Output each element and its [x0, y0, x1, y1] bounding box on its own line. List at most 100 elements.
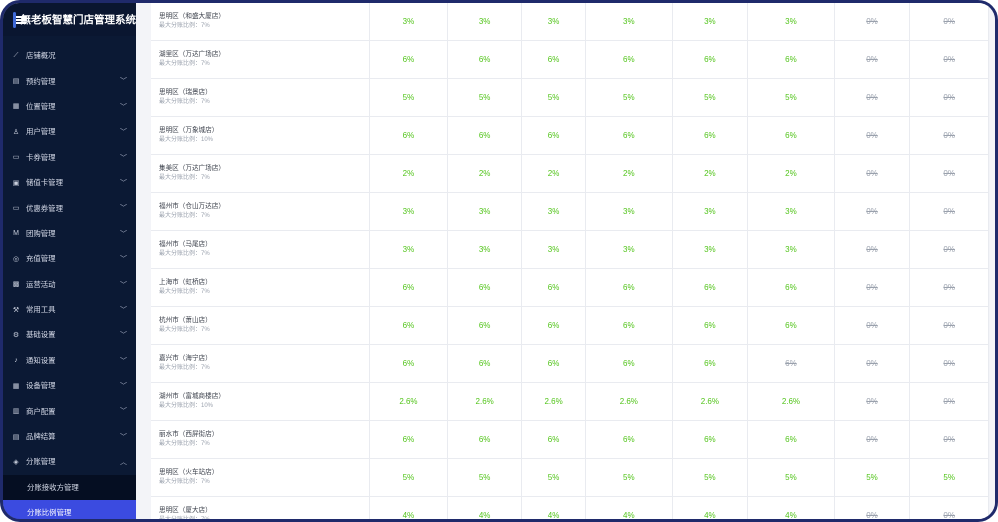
ratio-cell[interactable]: 5%	[370, 459, 449, 496]
ratio-cell[interactable]: 6%	[586, 307, 673, 344]
ratio-cell[interactable]: 6%	[370, 41, 449, 78]
ratio-cell[interactable]: 3%	[673, 193, 749, 230]
ratio-cell[interactable]: 6%	[522, 421, 587, 458]
ratio-cell[interactable]: 5%	[522, 459, 587, 496]
ratio-cell[interactable]: 3%	[522, 3, 587, 40]
ratio-cell[interactable]: 0%	[835, 307, 911, 344]
ratio-cell[interactable]: 6%	[673, 269, 749, 306]
ratio-cell[interactable]: 5%	[835, 459, 911, 496]
ratio-cell[interactable]: 0%	[910, 231, 989, 268]
ratio-cell[interactable]: 6%	[586, 41, 673, 78]
ratio-cell[interactable]: 6%	[370, 117, 449, 154]
ratio-cell[interactable]: 0%	[835, 421, 911, 458]
ratio-cell[interactable]: 3%	[448, 231, 523, 268]
ratio-cell[interactable]: 2.6%	[370, 383, 449, 420]
ratio-cell[interactable]: 2%	[522, 155, 587, 192]
ratio-cell[interactable]: 3%	[586, 3, 673, 40]
ratio-cell[interactable]: 6%	[522, 345, 587, 382]
ratio-cell[interactable]: 6%	[448, 269, 523, 306]
ratio-cell[interactable]: 3%	[748, 3, 835, 40]
ratio-cell[interactable]: 6%	[448, 117, 523, 154]
ratio-cell[interactable]: 5%	[748, 79, 835, 116]
ratio-cell[interactable]: 6%	[748, 307, 835, 344]
ratio-cell[interactable]: 6%	[673, 421, 749, 458]
sidebar-item-0[interactable]: ⟋ 店铺概况	[3, 43, 136, 68]
sidebar-item-10[interactable]: ⚒ 常用工具 ﹀	[3, 297, 136, 322]
ratio-cell[interactable]: 2%	[370, 155, 449, 192]
ratio-cell[interactable]: 4%	[673, 497, 749, 519]
ratio-cell[interactable]: 6%	[522, 117, 587, 154]
ratio-cell[interactable]: 5%	[448, 79, 523, 116]
sidebar-item-11[interactable]: ⚙ 基础设置 ﹀	[3, 322, 136, 347]
ratio-cell[interactable]: 2%	[448, 155, 523, 192]
ratio-cell[interactable]: 6%	[370, 269, 449, 306]
sidebar-item-16[interactable]: ◈ 分账管理 ︿	[3, 449, 136, 474]
ratio-cell[interactable]: 0%	[910, 193, 989, 230]
sidebar-item-13[interactable]: ▦ 设备管理 ﹀	[3, 373, 136, 398]
ratio-cell[interactable]: 6%	[448, 345, 523, 382]
ratio-cell[interactable]: 3%	[370, 231, 449, 268]
ratio-cell[interactable]: 4%	[522, 497, 587, 519]
ratio-cell[interactable]: 2%	[673, 155, 749, 192]
ratio-cell[interactable]: 3%	[448, 3, 523, 40]
ratio-cell[interactable]: 0%	[910, 345, 989, 382]
ratio-cell[interactable]: 0%	[835, 117, 911, 154]
ratio-cell[interactable]: 6%	[522, 307, 587, 344]
ratio-cell[interactable]: 0%	[835, 231, 911, 268]
ratio-cell[interactable]: 0%	[910, 3, 989, 40]
sidebar-item-14[interactable]: ▥ 商户配置 ﹀	[3, 398, 136, 423]
sidebar-item-6[interactable]: ▭ 优惠券管理 ﹀	[3, 195, 136, 220]
ratio-cell[interactable]: 6%	[748, 41, 835, 78]
ratio-cell[interactable]: 3%	[748, 231, 835, 268]
ratio-cell[interactable]: 3%	[673, 231, 749, 268]
ratio-cell[interactable]: 6%	[448, 307, 523, 344]
ratio-cell[interactable]: 6%	[748, 269, 835, 306]
ratio-cell[interactable]: 5%	[673, 459, 749, 496]
ratio-cell[interactable]: 6%	[370, 421, 449, 458]
ratio-cell[interactable]: 4%	[748, 497, 835, 519]
ratio-cell[interactable]: 0%	[835, 269, 911, 306]
ratio-cell[interactable]: 3%	[370, 193, 449, 230]
ratio-cell[interactable]: 3%	[522, 193, 587, 230]
ratio-cell[interactable]: 5%	[586, 459, 673, 496]
ratio-cell[interactable]: 0%	[910, 269, 989, 306]
ratio-cell[interactable]: 6%	[673, 307, 749, 344]
ratio-cell[interactable]: 5%	[910, 459, 989, 496]
ratio-cell[interactable]: 0%	[835, 155, 911, 192]
ratio-cell[interactable]: 0%	[835, 345, 911, 382]
sidebar-item-15[interactable]: ▤ 品牌结算 ﹀	[3, 424, 136, 449]
ratio-cell[interactable]: 4%	[586, 497, 673, 519]
ratio-cell[interactable]: 0%	[910, 421, 989, 458]
sidebar-item-12[interactable]: ♪ 通知设置 ﹀	[3, 348, 136, 373]
ratio-cell[interactable]: 6%	[370, 307, 449, 344]
ratio-cell[interactable]: 2.6%	[522, 383, 587, 420]
ratio-cell[interactable]: 0%	[835, 497, 911, 519]
sidebar-item-1[interactable]: ▤ 预约管理 ﹀	[3, 68, 136, 93]
submenu-item-0[interactable]: 分账接收方管理	[3, 474, 136, 501]
brand[interactable]: 無老板智慧门店管理系统	[3, 3, 136, 36]
ratio-cell[interactable]: 0%	[835, 79, 911, 116]
ratio-cell[interactable]: 6%	[522, 269, 587, 306]
ratio-cell[interactable]: 0%	[910, 497, 989, 519]
ratio-cell[interactable]: 6%	[673, 41, 749, 78]
ratio-cell[interactable]: 3%	[370, 3, 449, 40]
ratio-cell[interactable]: 6%	[522, 41, 587, 78]
sidebar-item-7[interactable]: M 团购管理 ﹀	[3, 221, 136, 246]
ratio-cell[interactable]: 5%	[586, 79, 673, 116]
ratio-cell[interactable]: 6%	[586, 117, 673, 154]
submenu-item-1[interactable]: 分账比例管理	[3, 500, 136, 519]
ratio-cell[interactable]: 2.6%	[673, 383, 749, 420]
ratio-cell[interactable]: 4%	[370, 497, 449, 519]
ratio-cell[interactable]: 0%	[835, 41, 911, 78]
sidebar-item-8[interactable]: ◎ 充值管理 ﹀	[3, 246, 136, 271]
ratio-cell[interactable]: 0%	[910, 79, 989, 116]
ratio-cell[interactable]: 6%	[673, 117, 749, 154]
ratio-cell[interactable]: 0%	[835, 3, 911, 40]
ratio-cell[interactable]: 5%	[522, 79, 587, 116]
ratio-cell[interactable]: 5%	[448, 459, 523, 496]
ratio-cell[interactable]: 0%	[835, 193, 911, 230]
ratio-cell[interactable]: 6%	[448, 421, 523, 458]
ratio-cell[interactable]: 0%	[910, 155, 989, 192]
sidebar-item-5[interactable]: ▣ 储值卡管理 ﹀	[3, 170, 136, 195]
ratio-cell[interactable]: 3%	[586, 231, 673, 268]
